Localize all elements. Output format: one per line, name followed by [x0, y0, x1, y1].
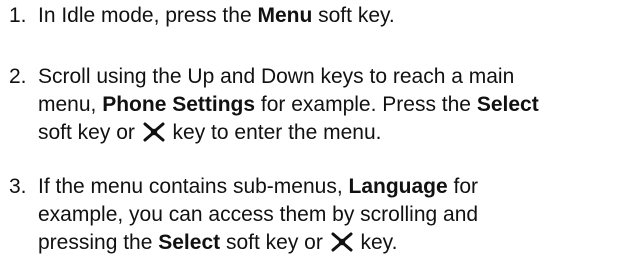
language-label: Language: [348, 175, 448, 198]
step-text: pressing the: [38, 231, 159, 254]
menu-softkey-label: Menu: [257, 4, 313, 27]
step-line: Scroll using the Up and Down keys to rea…: [38, 63, 539, 91]
step-number: 3.: [9, 175, 27, 198]
select-softkey-label: Select: [158, 231, 221, 254]
step-text: soft key.: [312, 4, 395, 27]
step-text: for example. Press the: [255, 93, 477, 116]
step-text: example, you can access them by scrollin…: [38, 203, 479, 226]
step-text: for: [447, 175, 479, 198]
step-line: menu, Phone Settings for example. Press …: [38, 91, 539, 119]
step-text: Scroll using the Up and Down keys to rea…: [38, 65, 515, 88]
center-key-icon: [143, 122, 165, 142]
step-text: In Idle mode, press the: [38, 4, 258, 27]
step-text: soft key or: [38, 121, 141, 144]
step-1: 1. In Idle mode, press the Menu soft key…: [9, 2, 395, 30]
step-text: key.: [354, 231, 398, 254]
step-line: example, you can access them by scrollin…: [38, 201, 478, 229]
step-3: 3. If the menu contains sub-menus, Langu…: [9, 173, 478, 257]
step-line: If the menu contains sub-menus, Language…: [38, 173, 478, 201]
step-line: In Idle mode, press the Menu soft key.: [38, 2, 395, 30]
step-line: soft key or key to enter the menu.: [38, 119, 539, 147]
select-softkey-label: Select: [476, 93, 539, 116]
step-number: 2.: [9, 65, 27, 88]
step-text: menu,: [38, 93, 103, 116]
step-2: 2. Scroll using the Up and Down keys to …: [9, 63, 539, 147]
step-text: soft key or: [220, 231, 329, 254]
step-text: key to enter the menu.: [166, 121, 382, 144]
center-key-icon: [331, 232, 353, 252]
step-number: 1.: [9, 4, 27, 27]
step-text: If the menu contains sub-menus,: [38, 175, 349, 198]
step-line: pressing the Select soft key or key.: [38, 229, 478, 257]
phone-settings-label: Phone Settings: [102, 93, 256, 116]
